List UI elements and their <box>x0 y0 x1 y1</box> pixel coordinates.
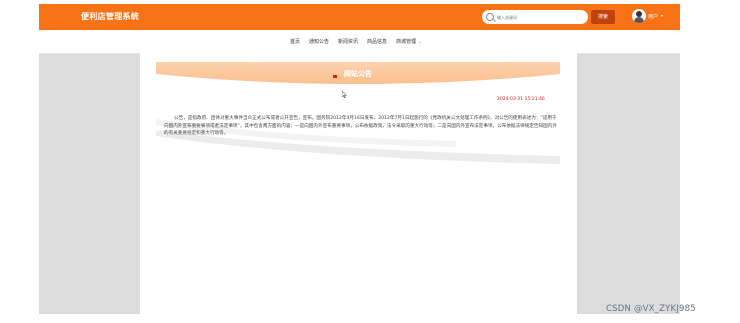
search-box[interactable] <box>482 10 588 24</box>
chevron-down-icon[interactable]: ▾ <box>661 13 663 18</box>
nav-item-news[interactable]: 新闻资讯 <box>338 38 358 45</box>
notice-detail-panel: 网站公告 2024-03-31 15:21:46 公告，是指政府、团体对重大事件… <box>140 53 577 314</box>
watermark: CSDN @VX_ZYKJ985 <box>606 304 696 314</box>
search-input[interactable] <box>497 12 567 22</box>
browser-frame: 便利店管理系统 搜索 用户 ▾ 首页 通知公告 新闻资讯 商品信息 商城管理⌄ <box>39 4 680 314</box>
main-nav: 首页 通知公告 新闻资讯 商品信息 商城管理 ⌄ <box>39 30 680 54</box>
nav-item-shop-management-label: 商城管理 <box>396 39 417 45</box>
avatar[interactable] <box>632 9 646 23</box>
notice-banner: 网站公告 <box>156 62 560 85</box>
search-icon <box>486 13 494 21</box>
nav-item-home[interactable]: 首页 <box>290 38 300 45</box>
user-menu-label[interactable]: 用户 <box>648 13 658 20</box>
search-button[interactable]: 搜索 <box>591 10 615 24</box>
notice-body: 公告，是指政府、团体对重大事件当众正式公布或者公开宣告，宣布。国务院2012年4… <box>164 116 557 137</box>
chevron-down-icon: ⌄ <box>418 39 422 44</box>
nav-item-notices[interactable]: 通知公告 <box>309 38 329 45</box>
app-title: 便利店管理系统 <box>81 12 140 21</box>
nav-item-shop-management[interactable]: 商城管理 ⌄ <box>396 38 421 45</box>
top-header: 便利店管理系统 搜索 用户 ▾ <box>39 4 680 30</box>
avatar-body <box>634 17 644 23</box>
notice-title: 网站公告 <box>344 70 372 78</box>
notice-date: 2024-03-31 15:21:46 <box>497 97 545 102</box>
cursor-icon <box>342 91 347 98</box>
nav-item-products[interactable]: 商品信息 <box>367 38 387 45</box>
